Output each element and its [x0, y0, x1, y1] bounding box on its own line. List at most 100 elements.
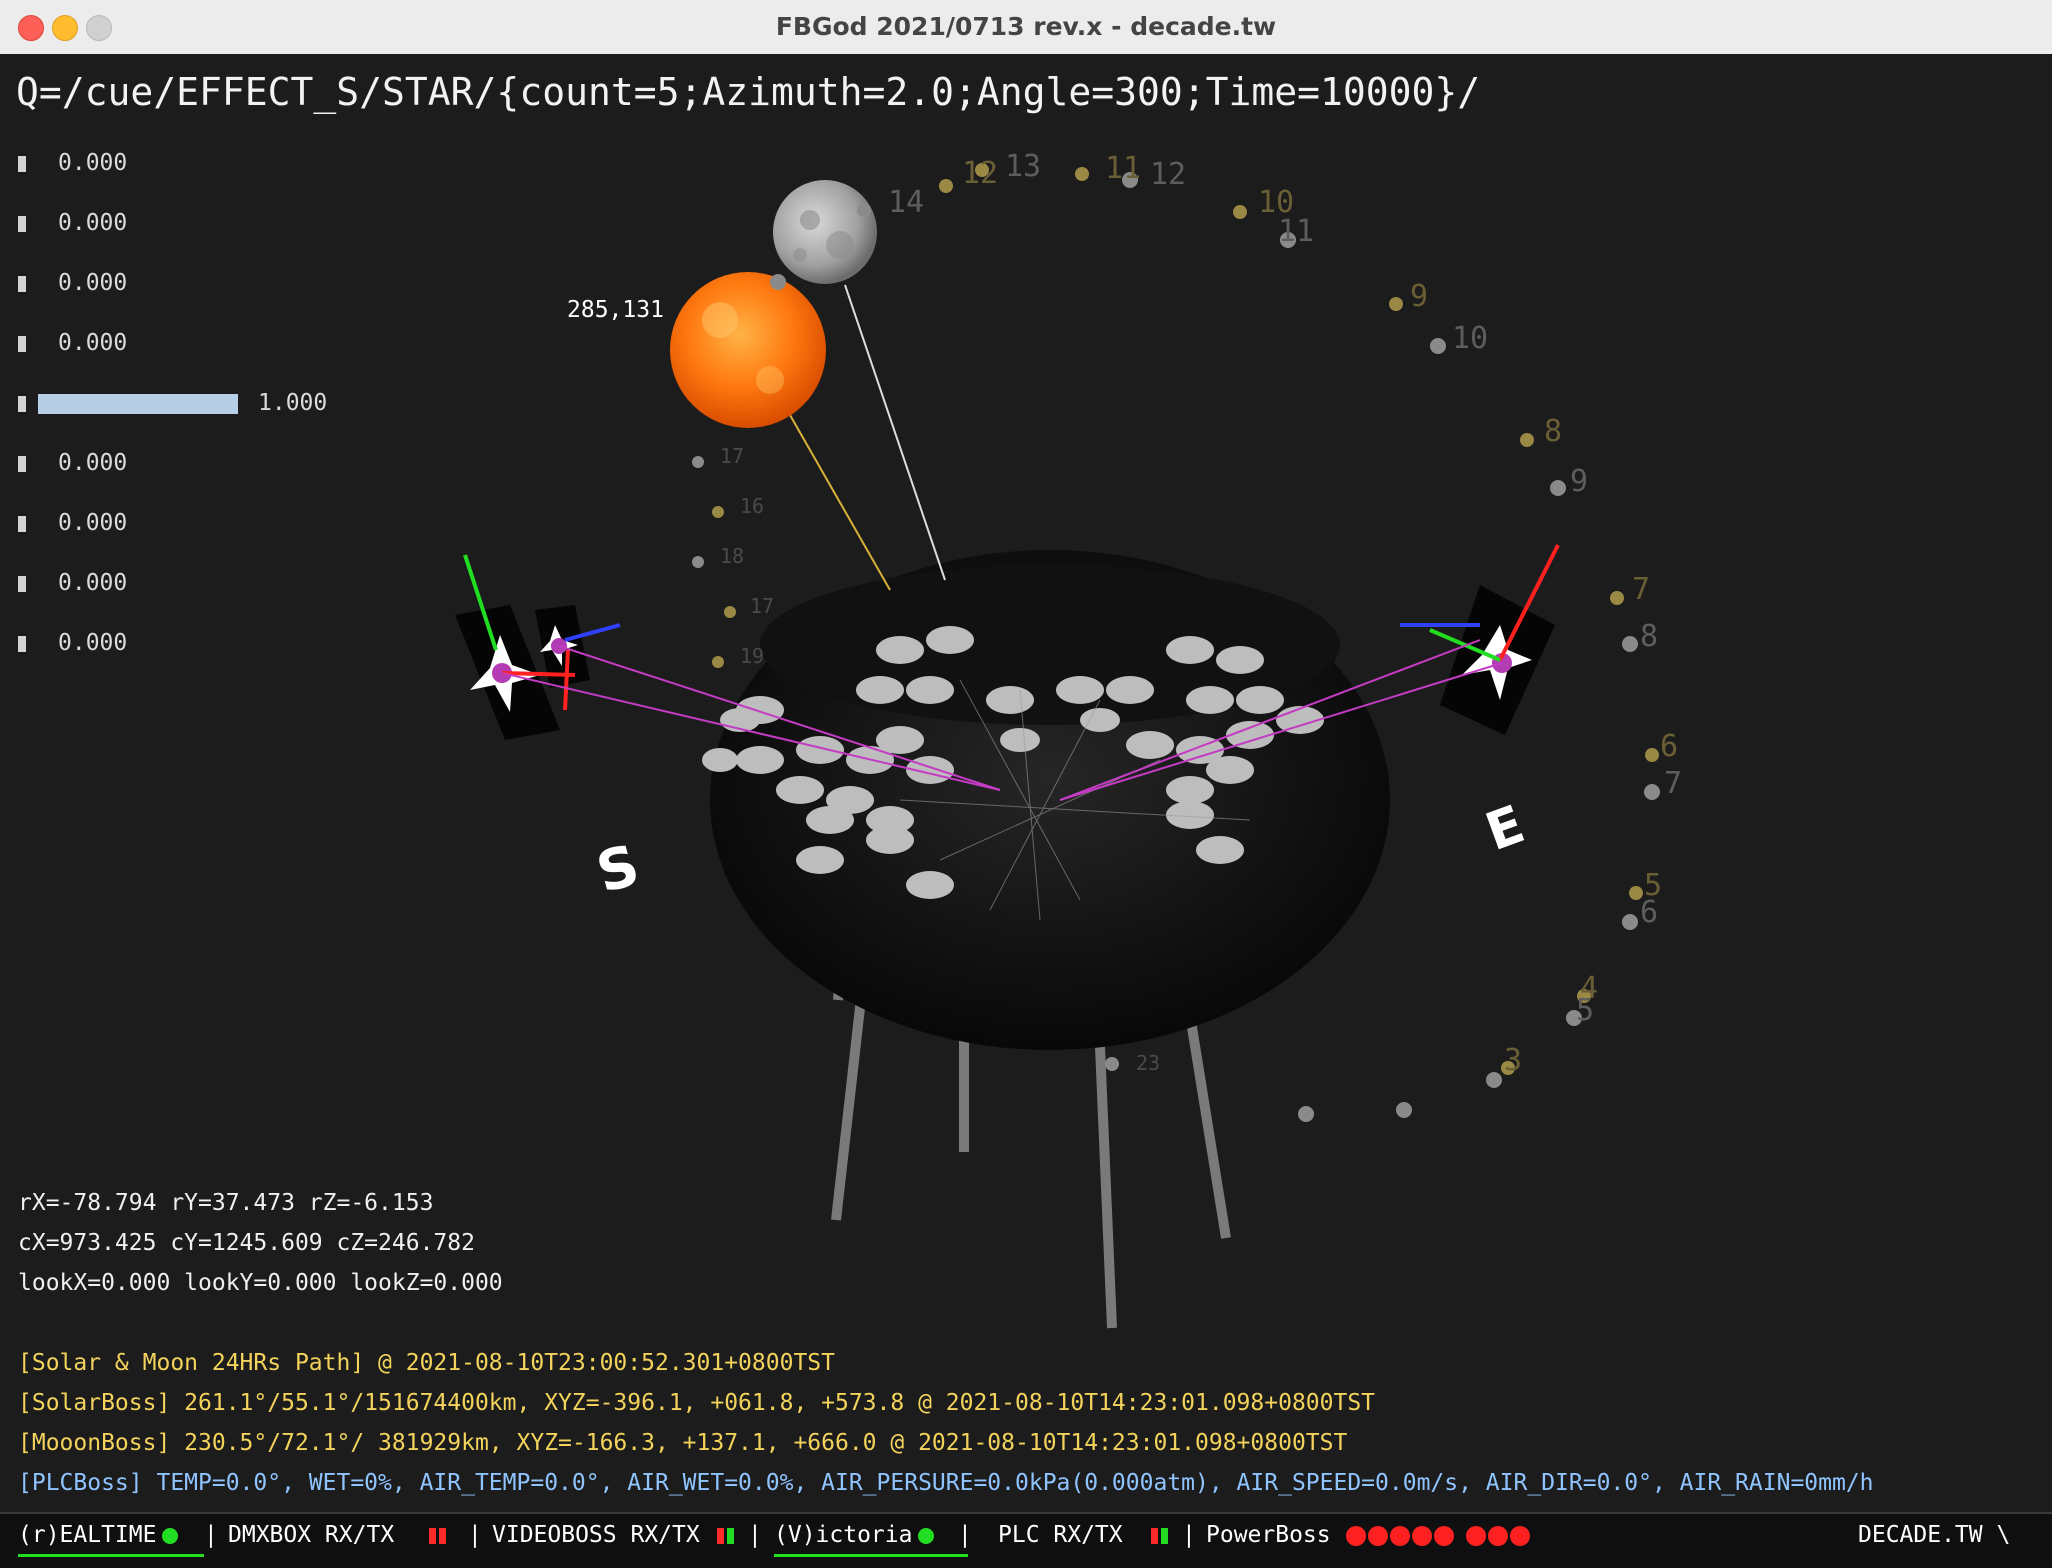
svg-text:11: 11: [1278, 214, 1314, 249]
power-dot-icon: [1368, 1525, 1389, 1546]
svg-text:16: 16: [740, 494, 764, 518]
dmx-rx-indicator: [429, 1527, 437, 1544]
camera-position-readout: cX=973.425 cY=1245.609 cZ=246.782: [18, 1230, 475, 1256]
channel-meters: 0.000 0.000 0.000 0.000 1.000 0.000 0.00…: [16, 150, 376, 690]
victoria-underline: [774, 1554, 968, 1557]
power-dot-icon: [1510, 1525, 1531, 1546]
meter-value: 0.000: [58, 150, 128, 176]
compass-south-label: S: [590, 833, 646, 906]
meter-row: 0.000: [16, 150, 376, 210]
svg-text:10: 10: [1452, 321, 1488, 356]
svg-text:13: 13: [1005, 149, 1041, 184]
svg-text:17: 17: [750, 594, 774, 618]
victoria-toggle[interactable]: (V)ictoria: [774, 1522, 935, 1548]
svg-text:9: 9: [1410, 279, 1428, 314]
meter-value: 1.000: [258, 390, 328, 416]
power-dot-icon: [1412, 1525, 1433, 1546]
video-rx-indicator: [716, 1527, 724, 1544]
meter-bar: [38, 394, 238, 414]
meter-value: 0.000: [58, 570, 128, 596]
status-separator: |: [204, 1522, 218, 1548]
meter-tick: [18, 216, 26, 232]
plc-status[interactable]: PLC RX/TX: [998, 1522, 1169, 1548]
moon-icon: [773, 180, 877, 284]
moon-boss-log: [MooonBoss] 230.5°/72.1°/ 381929km, XYZ=…: [18, 1430, 1348, 1456]
power-dot-icon: [1390, 1525, 1411, 1546]
meter-row: 0.000: [16, 630, 376, 690]
svg-text:18: 18: [720, 544, 744, 568]
meter-value: 0.000: [58, 510, 128, 536]
meter-value: 0.000: [58, 210, 128, 236]
meter-value: 0.000: [58, 450, 128, 476]
powerboss-label: PowerBoss: [1206, 1522, 1331, 1548]
svg-text:11: 11: [1105, 151, 1141, 186]
dmxbox-status[interactable]: DMXBOX RX/TX: [228, 1522, 447, 1548]
meter-row: 0.000: [16, 570, 376, 630]
brand-label: DECADE.TW \: [1858, 1522, 2011, 1548]
victoria-label: (V)ictoria: [774, 1522, 913, 1548]
svg-text:12: 12: [1150, 157, 1186, 192]
plc-tx-indicator: [1161, 1527, 1169, 1544]
svg-text:8: 8: [1544, 414, 1562, 449]
sun-ray: [789, 414, 891, 591]
status-separator: |: [1182, 1522, 1196, 1548]
meter-value: 0.000: [58, 630, 128, 656]
power-dot-icon: [1488, 1525, 1509, 1546]
powerboss-status[interactable]: PowerBoss: [1206, 1522, 1531, 1548]
meter-row: 0.000: [16, 270, 376, 330]
camera-look-readout: lookX=0.000 lookY=0.000 lookZ=0.000: [18, 1270, 503, 1296]
svg-text:9: 9: [1570, 464, 1588, 499]
compass-east-label: E: [1478, 795, 1532, 864]
videoboss-status[interactable]: VIDEOBOSS RX/TX: [492, 1522, 734, 1548]
realtime-toggle[interactable]: (r)EALTIME: [18, 1522, 179, 1548]
meter-tick: [18, 336, 26, 352]
meter-tick: [18, 576, 26, 592]
meter-tick: [18, 156, 26, 172]
victoria-ok-icon: [918, 1527, 935, 1544]
meter-row: 0.000: [16, 510, 376, 570]
left-fixture: [455, 554, 621, 740]
solar-boss-log: [SolarBoss] 261.1°/55.1°/151674400km, XY…: [18, 1390, 1376, 1416]
power-dot-icon: [1466, 1525, 1487, 1546]
video-tx-indicator: [726, 1527, 734, 1544]
dmxbox-label: DMXBOX RX/TX: [228, 1522, 395, 1548]
svg-text:8: 8: [1640, 619, 1658, 654]
meter-tick: [18, 276, 26, 292]
svg-text:17: 17: [720, 444, 744, 468]
solar-moon-path-log: [Solar & Moon 24HRs Path] @ 2021-08-10T2…: [18, 1350, 835, 1376]
cue-command-line: Q=/cue/EFFECT_S/STAR/{count=5;Azimuth=2.…: [16, 70, 1481, 114]
svg-text:3: 3: [1504, 1043, 1522, 1078]
svg-text:5: 5: [1576, 993, 1594, 1028]
plc-rx-indicator: [1151, 1527, 1159, 1544]
meter-value: 0.000: [58, 330, 128, 356]
svg-text:14: 14: [888, 185, 924, 220]
svg-text:19: 19: [740, 644, 764, 668]
camera-rotation-readout: rX=-78.794 rY=37.473 rZ=-6.153: [18, 1190, 434, 1216]
meter-tick: [18, 516, 26, 532]
plc-label: PLC RX/TX: [998, 1522, 1123, 1548]
status-separator: |: [748, 1522, 762, 1548]
svg-text:7: 7: [1632, 572, 1650, 607]
status-separator: |: [958, 1522, 972, 1548]
meter-row: 1.000: [16, 390, 376, 450]
sun-coords-label: 285,131: [567, 297, 664, 323]
svg-text:6: 6: [1640, 895, 1658, 930]
svg-text:6: 6: [1660, 729, 1678, 764]
meter-tick: [18, 636, 26, 652]
realtime-ok-icon: [162, 1527, 179, 1544]
meter-tick: [18, 396, 26, 412]
meter-row: 0.000: [16, 450, 376, 510]
meter-row: 0.000: [16, 210, 376, 270]
realtime-label: (r)EALTIME: [18, 1522, 157, 1548]
plc-boss-log: [PLCBoss] TEMP=0.0°, WET=0%, AIR_TEMP=0.…: [18, 1470, 1874, 1496]
status-bar: (r)EALTIME | DMXBOX RX/TX | VIDEOBOSS RX…: [0, 1512, 2052, 1568]
svg-text:23: 23: [1136, 1051, 1160, 1075]
sun-icon: [670, 272, 826, 428]
videoboss-label: VIDEOBOSS RX/TX: [492, 1522, 700, 1548]
dmx-tx-indicator: [439, 1527, 447, 1544]
power-dot-icon: [1346, 1525, 1367, 1546]
svg-text:7: 7: [1664, 766, 1682, 801]
meter-value: 0.000: [58, 270, 128, 296]
status-separator: |: [468, 1522, 482, 1548]
meter-tick: [18, 456, 26, 472]
